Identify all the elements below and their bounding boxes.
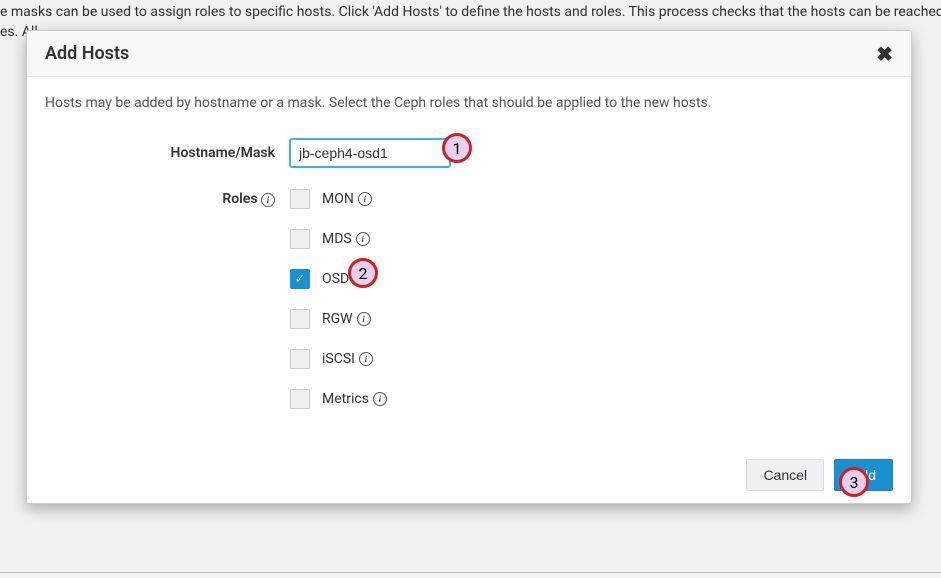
info-icon[interactable]: i: [359, 352, 373, 366]
role-metrics-text: Metrics: [322, 391, 369, 407]
modal-help-text: Hosts may be added by hostname or a mask…: [45, 95, 893, 111]
roles-list: MON i MDS i ✓ OSD: [290, 189, 387, 409]
role-iscsi-label: iSCSI i: [322, 351, 373, 367]
roles-row: Roles i MON i MDS: [45, 189, 893, 409]
hostname-input-wrap: [290, 139, 450, 167]
info-icon[interactable]: i: [358, 192, 372, 206]
role-mon-row: MON i: [290, 189, 387, 209]
annotation-callout-1: 1: [442, 133, 472, 163]
role-osd-checkbox[interactable]: ✓: [290, 269, 310, 289]
role-iscsi-checkbox[interactable]: [290, 349, 310, 369]
role-rgw-checkbox[interactable]: [290, 309, 310, 329]
info-icon[interactable]: i: [356, 232, 370, 246]
modal-body: Hosts may be added by hostname or a mask…: [27, 77, 911, 447]
modal-overlay: Add Hosts ✖ Hosts may be added by hostna…: [0, 0, 941, 578]
roles-label-text: Roles: [222, 191, 257, 207]
close-icon[interactable]: ✖: [876, 44, 893, 64]
role-rgw-label: RGW i: [322, 311, 371, 327]
role-metrics-row: Metrics i: [290, 389, 387, 409]
role-mon-label: MON i: [322, 191, 372, 207]
info-icon[interactable]: i: [261, 193, 275, 207]
info-icon[interactable]: i: [357, 312, 371, 326]
modal-title: Add Hosts: [45, 43, 129, 64]
hostname-label: Hostname/Mask: [45, 139, 290, 161]
annotation-callout-3: 3: [839, 467, 869, 497]
add-hosts-modal: Add Hosts ✖ Hosts may be added by hostna…: [26, 30, 912, 504]
role-mon-text: MON: [322, 191, 354, 207]
role-mds-text: MDS: [322, 231, 352, 247]
role-mon-checkbox[interactable]: [290, 189, 310, 209]
annotation-callout-2: 2: [348, 258, 378, 288]
role-rgw-text: RGW: [322, 311, 353, 327]
role-mds-label: MDS i: [322, 231, 370, 247]
hostname-input[interactable]: [290, 139, 450, 167]
roles-label: Roles i: [45, 189, 290, 207]
cancel-button[interactable]: Cancel: [746, 459, 824, 491]
modal-header: Add Hosts ✖: [27, 31, 911, 77]
info-icon[interactable]: i: [373, 392, 387, 406]
role-iscsi-row: iSCSI i: [290, 349, 387, 369]
role-iscsi-text: iSCSI: [322, 351, 355, 367]
modal-footer: Cancel Add: [27, 447, 911, 503]
role-mds-checkbox[interactable]: [290, 229, 310, 249]
role-metrics-checkbox[interactable]: [290, 389, 310, 409]
page-bottom-edge: [0, 572, 941, 578]
role-metrics-label: Metrics i: [322, 391, 387, 407]
role-mds-row: MDS i: [290, 229, 387, 249]
role-osd-text: OSD: [322, 271, 349, 287]
role-rgw-row: RGW i: [290, 309, 387, 329]
